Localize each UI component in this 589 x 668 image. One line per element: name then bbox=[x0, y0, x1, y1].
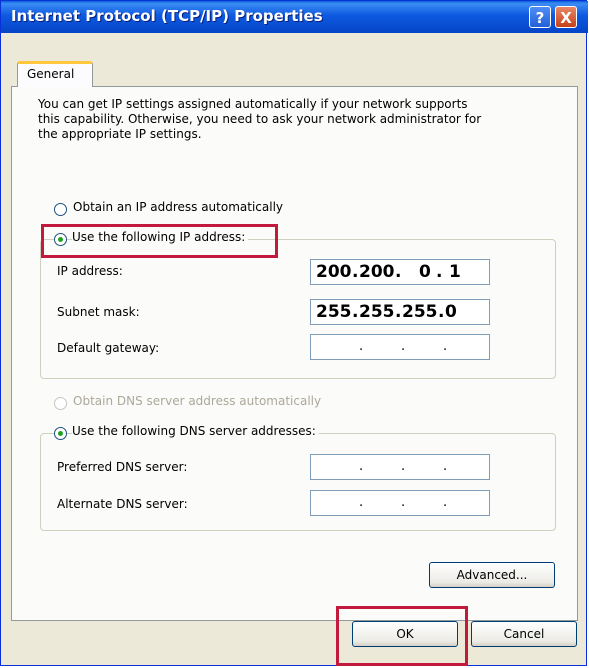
ip-octet-1: 200 bbox=[316, 262, 352, 282]
ip-octet-3: 0 bbox=[419, 262, 431, 282]
help-icon: ? bbox=[535, 9, 545, 27]
octet-separator: . bbox=[352, 262, 359, 282]
mask-octet-3: 255 bbox=[402, 302, 438, 322]
ip-choice-highlight bbox=[41, 224, 278, 258]
alternate-dns-label: Alternate DNS server: bbox=[57, 497, 188, 511]
tab-general[interactable]: General bbox=[17, 61, 93, 87]
octet-separator: . bbox=[359, 459, 364, 474]
octet-separator: . bbox=[359, 339, 364, 354]
close-icon: X bbox=[560, 9, 572, 27]
preferred-dns-field[interactable]: . . . bbox=[310, 454, 490, 480]
mask-octet-2: 255 bbox=[359, 302, 395, 322]
mask-octet-4: 0 bbox=[445, 302, 457, 322]
octet-separator: . bbox=[443, 495, 448, 510]
ok-button-highlight bbox=[336, 606, 468, 666]
octet-separator: . bbox=[401, 339, 406, 354]
tcpip-properties-dialog: Internet Protocol (TCP/IP) Properties ? … bbox=[0, 0, 588, 666]
alternate-dns-field[interactable]: . . . bbox=[310, 490, 490, 516]
octet-separator: . bbox=[401, 459, 406, 474]
help-button[interactable]: ? bbox=[529, 6, 551, 28]
intro-text: You can get IP settings assigned automat… bbox=[38, 97, 482, 141]
use-following-dns-label[interactable]: Use the following DNS server addresses: bbox=[72, 424, 319, 438]
use-following-ip-radio[interactable] bbox=[54, 233, 67, 246]
close-button[interactable]: X bbox=[555, 6, 577, 28]
subnet-mask-label: Subnet mask: bbox=[57, 305, 140, 319]
obtain-ip-auto-radio[interactable] bbox=[54, 203, 67, 216]
octet-separator: . bbox=[359, 495, 364, 510]
octet-separator: . bbox=[436, 262, 443, 282]
ip-address-field[interactable]: 200 . 200 . 0 . 1 bbox=[310, 259, 490, 285]
advanced-button[interactable]: Advanced... bbox=[429, 562, 555, 588]
obtain-dns-auto-radio bbox=[54, 397, 67, 410]
default-gateway-field[interactable]: . . . bbox=[310, 334, 490, 360]
octet-separator: . bbox=[395, 262, 402, 282]
dns-server-group bbox=[40, 433, 556, 531]
octet-separator: . bbox=[443, 339, 448, 354]
preferred-dns-label: Preferred DNS server: bbox=[57, 460, 188, 474]
ip-octet-4: 1 bbox=[449, 262, 461, 282]
subnet-mask-field[interactable]: 255 . 255 . 255 . 0 bbox=[310, 299, 490, 325]
default-gateway-label: Default gateway: bbox=[57, 341, 160, 355]
use-following-dns-radio[interactable] bbox=[54, 427, 67, 440]
octet-separator: . bbox=[395, 302, 402, 322]
octet-separator: . bbox=[443, 459, 448, 474]
obtain-ip-auto-label[interactable]: Obtain an IP address automatically bbox=[73, 200, 283, 214]
title-bar[interactable]: Internet Protocol (TCP/IP) Properties ? … bbox=[1, 1, 588, 33]
ip-address-label: IP address: bbox=[57, 264, 123, 278]
octet-separator: . bbox=[438, 302, 445, 322]
octet-separator: . bbox=[352, 302, 359, 322]
ip-octet-2: 200 bbox=[359, 262, 395, 282]
obtain-dns-auto-label: Obtain DNS server address automatically bbox=[73, 394, 322, 408]
mask-octet-1: 255 bbox=[316, 302, 352, 322]
cancel-button[interactable]: Cancel bbox=[471, 621, 577, 647]
octet-separator: . bbox=[401, 495, 406, 510]
window-title: Internet Protocol (TCP/IP) Properties bbox=[11, 7, 323, 25]
